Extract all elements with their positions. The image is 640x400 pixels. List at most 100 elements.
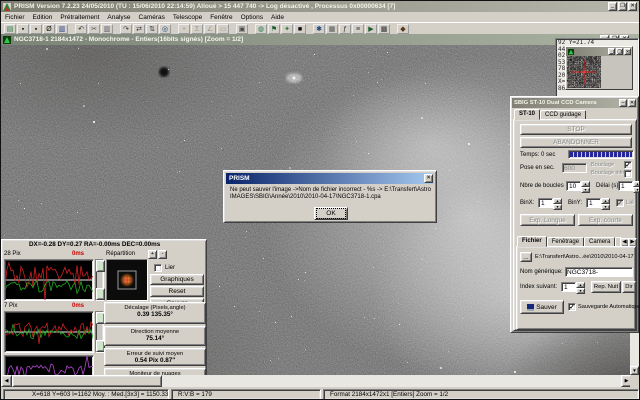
save-icon[interactable]: ▪: [17, 24, 29, 34]
zoom-in-button[interactable]: +: [148, 250, 157, 259]
dir-button[interactable]: Dir: [622, 281, 636, 293]
loupe-titlebar: _ ❐ ✕: [566, 47, 632, 56]
linked-checkbox[interactable]: ✓: [616, 199, 624, 207]
angle-icon[interactable]: ∠: [204, 24, 216, 34]
loupe-restore-button[interactable]: ❐: [616, 48, 623, 55]
cut-icon[interactable]: ✂: [88, 24, 100, 34]
error-dialog: PRISM ✕ Ne peut sauver l'image ->Nom de …: [223, 170, 437, 223]
globe-icon[interactable]: ◍: [255, 24, 267, 34]
save-button[interactable]: Sauver: [520, 300, 564, 314]
tracking-error-box: Erreur de suivi moyen0.54 Pix 0.87": [104, 348, 206, 366]
long-exposure-button[interactable]: Exp. Longue: [520, 214, 575, 226]
menu-analyse[interactable]: Analyse: [103, 13, 134, 22]
image-window-titlebar: NGC3718-1 2184x1472 - Monochrome - Entie…: [1, 34, 639, 45]
file-tab-page: ... E:\Transfert\Astro...ée\2010\2010-04…: [516, 246, 636, 330]
delay-label: Délai (s): [596, 183, 618, 189]
undo-icon[interactable]: ↶: [75, 24, 87, 34]
status-rvb: R:V:B = 179: [171, 389, 321, 400]
graph2-slider[interactable]: [95, 311, 104, 353]
save-all-icon[interactable]: ▪: [30, 24, 42, 34]
expose-label: Pose en sec.: [520, 165, 555, 171]
dialog-ok-button[interactable]: OK: [314, 207, 348, 220]
zoom-icon[interactable]: ◎: [159, 24, 171, 34]
graph1-label: 28 Pix: [4, 251, 21, 257]
menu-edition[interactable]: Edition: [29, 13, 57, 22]
menu-aide[interactable]: Aide: [267, 13, 288, 22]
biny-spinner[interactable]: 1 ▲▼: [586, 198, 610, 210]
grid-icon[interactable]: ▩: [378, 24, 390, 34]
scroll-left-button[interactable]: ◀: [1, 375, 12, 387]
menu-telescope[interactable]: Telescope: [169, 13, 206, 22]
sum-icon[interactable]: Σ: [191, 24, 203, 34]
loop-checkbox[interactable]: ✓: [624, 161, 632, 169]
next-index-spinner[interactable]: 1 ▲▼: [561, 282, 585, 294]
crosshair-icon[interactable]: +: [178, 24, 190, 34]
scroll-down-button[interactable]: ▼: [630, 366, 639, 375]
horizontal-scrollbar[interactable]: ◀ ▶: [1, 375, 632, 387]
rotate-icon[interactable]: ↷: [120, 24, 132, 34]
menu-pretraitement[interactable]: Prétraitement: [56, 13, 103, 22]
process-icon[interactable]: ▶: [365, 24, 377, 34]
zoom-out-button[interactable]: -: [158, 250, 167, 259]
stop-button[interactable]: STOP: [520, 124, 632, 135]
expose-input[interactable]: [562, 163, 587, 173]
tab-st[interactable]: ST-10: [514, 109, 540, 120]
app-minimize-button[interactable]: _: [608, 2, 617, 11]
camera-rollup-button[interactable]: –: [619, 99, 627, 107]
tab-fichier[interactable]: Fichier: [517, 236, 547, 247]
flag-icon[interactable]: ⚑: [268, 24, 280, 34]
menu-options[interactable]: Options: [237, 13, 267, 22]
loupe-close-button[interactable]: ✕: [624, 48, 631, 55]
browse-button[interactable]: ...: [520, 252, 532, 262]
status-bar: X=618 Y=603 I=1162 Moy. : Med.[3x3] = 11…: [1, 387, 640, 400]
camera-close-button[interactable]: ✕: [628, 99, 636, 107]
table-icon[interactable]: ▦: [326, 24, 338, 34]
lier-label: Lier: [165, 265, 175, 271]
reset-button[interactable]: Reset: [150, 286, 204, 297]
telescope-icon[interactable]: ✦: [281, 24, 293, 34]
focus-icon[interactable]: ƒ: [339, 24, 351, 34]
abort-button[interactable]: ABANDONNER: [520, 137, 632, 148]
flip-vertical-icon[interactable]: ⇅: [146, 24, 158, 34]
info-icon[interactable]: Ø: [43, 24, 55, 34]
autosave-checkbox[interactable]: ✓: [568, 303, 576, 311]
loops-spinner[interactable]: 10 ▲▼: [566, 181, 590, 193]
list-icon[interactable]: ≡: [352, 24, 364, 34]
graphiques-button[interactable]: Graphiques: [150, 274, 204, 285]
rep-nuit-button[interactable]: Rep. Nuit: [591, 281, 621, 293]
copy-icon[interactable]: ▥: [101, 24, 113, 34]
app-maximize-button[interactable]: ❐: [618, 2, 627, 11]
short-exposure-button[interactable]: Exp. courte: [578, 214, 633, 226]
guiding-header: DX=-0.28 DY=0.27 RA=-0.00ms DEC=0.00ms: [2, 241, 206, 248]
app-title: PRISM Version 7.2.23 24/05/2010 (TU : 15…: [14, 3, 574, 10]
horizontal-scroll-thumb[interactable]: [12, 375, 162, 387]
rectangle-icon[interactable]: ▭: [217, 24, 229, 34]
loupe-minimize-button[interactable]: _: [608, 48, 615, 55]
binx-label: BinX:: [520, 200, 534, 206]
graph1-slider[interactable]: [95, 259, 104, 301]
loop-infinite-checkbox[interactable]: [624, 170, 632, 178]
flip-horizontal-icon[interactable]: ⇄: [133, 24, 145, 34]
dialog-message: Ne peut sauver l'image ->Nom de fichier …: [230, 187, 432, 201]
menu-cameras[interactable]: Caméras: [135, 13, 169, 22]
menu-fichier[interactable]: Fichier: [1, 13, 29, 22]
find-star-icon[interactable]: ✱: [313, 24, 325, 34]
dialog-close-button[interactable]: ✕: [424, 174, 433, 183]
generic-name-input[interactable]: [565, 267, 633, 277]
loops-label: Nbre de boucles: [520, 183, 564, 189]
biny-label: BinY:: [568, 200, 582, 206]
app-close-button[interactable]: ✕: [628, 2, 637, 11]
generic-name-label: Nom générique:: [520, 269, 563, 275]
image-window-icon[interactable]: ▣: [236, 24, 248, 34]
repartition-label: Répartition: [106, 251, 135, 257]
delay-spinner[interactable]: 1 ▲▼: [618, 181, 640, 193]
lier-checkbox[interactable]: [154, 264, 162, 272]
dialog-title: PRISM: [229, 175, 250, 182]
open-file-icon[interactable]: ▤: [4, 24, 16, 34]
display-settings-icon[interactable]: ▥: [56, 24, 68, 34]
binx-spinner[interactable]: 1 ▲▼: [538, 198, 562, 210]
package-icon[interactable]: ◆: [397, 24, 409, 34]
night-screen-icon[interactable]: ■: [294, 24, 306, 34]
prism-app-icon: [3, 3, 11, 11]
menu-fenetre[interactable]: Fenêtre: [206, 13, 236, 22]
